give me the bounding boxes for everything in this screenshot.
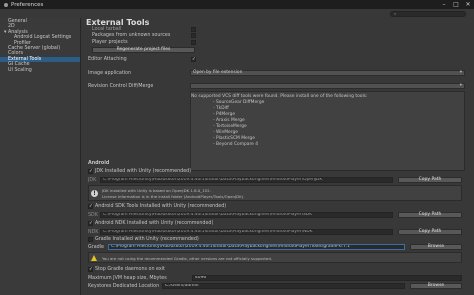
jdk-info-box: ! JDK installed with Unity is based on O… [88, 185, 462, 201]
editor-attaching-checkbox[interactable]: ✓ [191, 57, 196, 62]
info-exclamation-icon: ! [91, 190, 98, 197]
search-row: ⌕ [0, 9, 474, 18]
vcs-help-title: No supported VCS diff tools were found. … [191, 94, 368, 99]
ndk-label: NDK [88, 230, 99, 235]
stop-gradle-label: Stop Gradle daemons on exit [95, 267, 165, 272]
sidebar-item-ui-scaling[interactable]: UI Scaling [0, 68, 80, 73]
dropdown-arrow-icon: ▾ [459, 83, 462, 88]
image-application-dropdown[interactable]: Open by file extension ▾ [190, 70, 465, 76]
minimize-button[interactable]: – [438, 1, 450, 8]
local-tarball-checkbox[interactable] [191, 27, 196, 32]
sdk-path-field[interactable]: C:\Program Files\Unity\Hub\Editor\2019.4… [100, 212, 393, 218]
vcs-tool-item: - SourceGear DiffMerge [213, 100, 265, 105]
editor-attaching-label: Editor Attaching [88, 57, 127, 62]
regenerate-project-files-button[interactable]: Regenerate project files [92, 47, 195, 53]
image-application-value: Open by file extension [193, 70, 243, 75]
maximize-button[interactable]: □ [450, 1, 462, 8]
jdk-toggle-checkbox[interactable]: ✓ [88, 169, 93, 174]
jdk-copy-path-button[interactable]: Copy Path [398, 177, 462, 183]
vcs-tool-item: - Beyond Compare 4 [213, 142, 259, 147]
page-title: External Tools [86, 18, 150, 27]
main-panel: External Tools Local tarball Packages fr… [82, 18, 474, 295]
vcs-tool-item: - PlasticSCM Merge [213, 136, 255, 141]
ndk-copy-path-button[interactable]: Copy Path [398, 229, 462, 235]
gradle-toggle-label: Gradle Installed with Unity (recommended… [95, 237, 199, 242]
window-title: Preferences [11, 1, 44, 8]
search-input[interactable]: ⌕ [390, 10, 466, 17]
gradle-browse-button[interactable]: Browse [410, 244, 462, 250]
vcs-tool-item: - TortoiseMerge [213, 124, 247, 129]
window-titlebar: Preferences – □ ✕ [0, 0, 474, 9]
local-tarball-label: Local tarball [92, 27, 122, 32]
ndk-path-field[interactable]: C:\Program Files\Unity\Hub\Editor\2019.4… [100, 229, 393, 235]
android-section-title: Android [88, 161, 110, 166]
revision-control-dropdown[interactable]: ▾ [190, 83, 465, 89]
jdk-toggle-label: JDK Installed with Unity (recommended) [95, 169, 192, 174]
sdk-toggle-label: Android SDK Tools Installed with Unity (… [95, 204, 227, 209]
vcs-tool-item: - TkDiff [213, 106, 229, 111]
player-projects-label: Player projects [92, 40, 128, 45]
ndk-toggle-checkbox[interactable]: ✓ [88, 221, 93, 226]
packages-unknown-checkbox[interactable] [191, 33, 196, 38]
gradle-path-field[interactable]: C:\Program Files\Unity\Hub\Editor\2019.4… [108, 244, 405, 250]
expand-arrow-icon[interactable]: ▾ [4, 30, 6, 35]
gradle-label: Gradle [88, 245, 104, 250]
gradle-warning-text: You are not using the recommended Gradle… [102, 256, 273, 261]
revision-control-label: Revision Control Diff/Merge [88, 84, 154, 89]
dropdown-arrow-icon: ▾ [459, 70, 462, 75]
sdk-toggle-checkbox[interactable]: ✓ [88, 204, 93, 209]
unity-logo-icon [4, 2, 8, 7]
ndk-toggle-label: Android NDK Installed with Unity (recomm… [95, 221, 214, 226]
gradle-warning-box: You are not using the recommended Gradle… [88, 252, 462, 263]
sdk-copy-path-button[interactable]: Copy Path [398, 212, 462, 218]
vcs-tool-item: - WinMerge [213, 130, 238, 135]
vcs-help-box: No supported VCS diff tools were found. … [190, 91, 465, 171]
keystores-browse-button[interactable]: Browse [410, 283, 462, 289]
jdk-label: JDK [88, 178, 97, 183]
keystores-label: Keystores Dedicated Location [88, 284, 160, 289]
vcs-tool-item: - Araxis Merge [213, 118, 245, 123]
warning-icon [91, 255, 97, 261]
jdk-path-field[interactable]: C:\Program Files\Unity\Hub\Editor\2019.4… [100, 177, 393, 183]
jdk-info-line1: JDK installed with Unity is based on Ope… [102, 188, 211, 193]
sdk-label: SDK [88, 213, 98, 218]
max-heap-field[interactable]: 4096 [192, 275, 462, 281]
sidebar: General 2D ▾ Analysis Android Logcat Set… [0, 18, 81, 295]
image-application-label: Image application [88, 71, 132, 76]
search-icon: ⌕ [394, 11, 397, 16]
close-button[interactable]: ✕ [462, 1, 474, 8]
stop-gradle-checkbox[interactable]: ✓ [88, 267, 93, 272]
keystores-path-field[interactable]: C:/Users/admin [162, 283, 405, 289]
vcs-tool-item: - P4Merge [213, 112, 236, 117]
packages-unknown-label: Packages from unknown sources [92, 33, 171, 38]
player-projects-checkbox[interactable] [191, 40, 196, 45]
max-heap-label: Maximum JVM heap size, Mbytes [88, 276, 167, 281]
gradle-toggle-checkbox[interactable] [88, 237, 93, 242]
jdk-info-line2: License information is in the install fo… [102, 193, 245, 199]
